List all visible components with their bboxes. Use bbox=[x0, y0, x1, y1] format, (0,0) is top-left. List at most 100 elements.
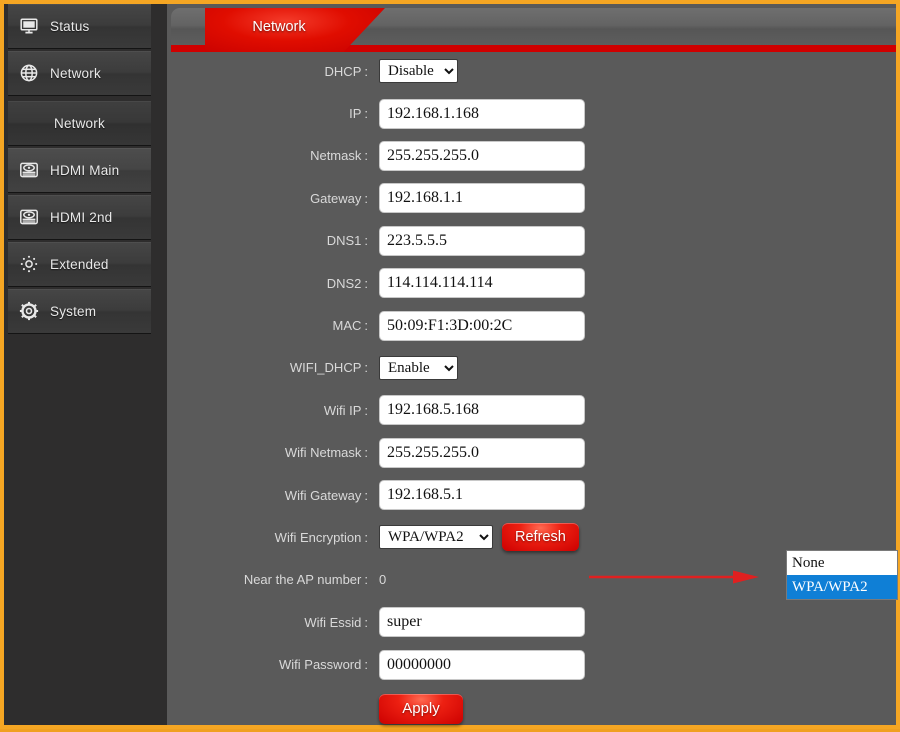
content-area: Network DHCP:EnableDisableIP:Netmask:Gat… bbox=[167, 4, 896, 725]
form-row-wifi-gateway: Wifi Gateway: bbox=[167, 474, 896, 516]
apply-button[interactable]: Apply bbox=[379, 693, 463, 724]
label-text: WIFI_DHCP bbox=[289, 360, 362, 376]
label-colon: : bbox=[364, 445, 368, 461]
globe-icon bbox=[8, 63, 50, 83]
label-text: Wifi Essid bbox=[304, 614, 362, 630]
label-colon: : bbox=[364, 487, 368, 503]
label-colon: : bbox=[364, 614, 368, 630]
ip-input[interactable] bbox=[379, 98, 585, 129]
refresh-button[interactable]: Refresh bbox=[502, 523, 579, 552]
sidebar-item-extended[interactable]: Extended bbox=[8, 242, 151, 286]
label-colon: : bbox=[364, 572, 368, 588]
sidebar-item-label: System bbox=[50, 303, 97, 319]
control-near-the-ap-number: 0 bbox=[379, 572, 386, 587]
network-settings-form: DHCP:EnableDisableIP:Netmask:Gateway:DNS… bbox=[167, 50, 896, 725]
control-ip bbox=[379, 98, 585, 129]
control-dns1 bbox=[379, 225, 585, 256]
form-row-gateway: Gateway: bbox=[167, 177, 896, 219]
control-wifi-essid bbox=[379, 607, 585, 638]
wifi-netmask-input[interactable] bbox=[379, 437, 585, 468]
dhcp-select[interactable]: EnableDisable bbox=[379, 59, 458, 84]
dns2-input[interactable] bbox=[379, 268, 585, 299]
label-text: Gateway bbox=[310, 190, 362, 206]
label-near-the-ap-number: Near the AP number: bbox=[167, 572, 379, 587]
label-colon: : bbox=[364, 106, 368, 122]
label-text: Wifi Encryption bbox=[274, 529, 362, 545]
near-the-ap-number-value: 0 bbox=[379, 572, 387, 588]
label-colon: : bbox=[364, 529, 368, 545]
label-dns2: DNS2: bbox=[167, 276, 379, 291]
device-web-ui-window: Status Network Network HDMI Main HDMI 2nd Ext… bbox=[0, 0, 900, 729]
label-text: DHCP bbox=[324, 63, 362, 79]
form-row-dns2: DNS2: bbox=[167, 262, 896, 304]
netmask-input[interactable] bbox=[379, 140, 585, 171]
label-dns1: DNS1: bbox=[167, 233, 379, 248]
sidebar-item-network[interactable]: Network bbox=[8, 51, 151, 95]
form-row-apply: Apply bbox=[167, 686, 896, 732]
dropdown-option-none[interactable]: None bbox=[787, 551, 897, 575]
control-mac bbox=[379, 310, 585, 341]
control-wifi-gateway bbox=[379, 480, 585, 511]
sidebar-item-label: Extended bbox=[50, 256, 109, 272]
gateway-input[interactable] bbox=[379, 183, 585, 214]
sidebar-item-status[interactable]: Status bbox=[8, 4, 151, 48]
label-gateway: Gateway: bbox=[167, 191, 379, 206]
tab-network[interactable]: Network bbox=[205, 8, 385, 52]
hdmi-icon bbox=[8, 160, 50, 180]
sidebar-item-system[interactable]: System bbox=[8, 289, 151, 333]
sidebar-item-hdmi-2nd[interactable]: HDMI 2nd bbox=[8, 195, 151, 239]
mac-input[interactable] bbox=[379, 310, 585, 341]
sidebar-item-network[interactable]: Network bbox=[8, 101, 151, 145]
sidebar-item-hdmi-main[interactable]: HDMI Main bbox=[8, 148, 151, 192]
form-row-dns1: DNS1: bbox=[167, 220, 896, 262]
wifi-gateway-input[interactable] bbox=[379, 480, 585, 511]
form-row-wifi-essid: Wifi Essid: bbox=[167, 601, 896, 643]
form-row-wifi-password: Wifi Password: bbox=[167, 643, 896, 685]
label-mac: MAC: bbox=[167, 318, 379, 333]
wifi-encryption-dropdown-popup[interactable]: None WPA/WPA2 bbox=[786, 550, 898, 600]
wifi-dhcp-select[interactable]: EnableDisable bbox=[379, 355, 458, 380]
red-pointer-arrow bbox=[589, 570, 759, 584]
label-colon: : bbox=[364, 148, 368, 164]
tab-strip: Network bbox=[171, 8, 896, 52]
label-colon: : bbox=[364, 63, 368, 79]
label-netmask: Netmask: bbox=[167, 148, 379, 163]
control-dns2 bbox=[379, 268, 585, 299]
label-text: DNS1 bbox=[326, 233, 362, 249]
dropdown-option-wpa-wpa2[interactable]: WPA/WPA2 bbox=[787, 575, 897, 599]
label-text: Wifi IP bbox=[323, 402, 362, 418]
label-text: Wifi Gateway bbox=[284, 487, 362, 503]
control-wifi-ip bbox=[379, 395, 585, 426]
label-colon: : bbox=[364, 657, 368, 673]
control-gateway bbox=[379, 183, 585, 214]
label-text: Wifi Password bbox=[279, 657, 362, 673]
wifi-ip-input[interactable] bbox=[379, 395, 585, 426]
label-wifi-ip: Wifi IP: bbox=[167, 403, 379, 418]
label-colon: : bbox=[364, 190, 368, 206]
form-row-dhcp: DHCP: EnableDisable bbox=[167, 50, 896, 92]
dns1-input[interactable] bbox=[379, 225, 585, 256]
sidebar: Status Network Network HDMI Main HDMI 2nd Ext… bbox=[4, 4, 167, 725]
form-row-mac: MAC: bbox=[167, 304, 896, 346]
control-dhcp: EnableDisable bbox=[379, 59, 458, 84]
control-netmask bbox=[379, 140, 585, 171]
wifi-encryption-select[interactable]: NoneWPA/WPA2 bbox=[379, 525, 493, 550]
label-text: DNS2 bbox=[326, 275, 362, 291]
label-wifi-encryption: Wifi Encryption: bbox=[167, 530, 379, 545]
label-text: Near the AP number bbox=[243, 572, 362, 588]
wifi-essid-input[interactable] bbox=[379, 607, 585, 638]
control-wifi-password bbox=[379, 649, 585, 680]
form-row-wifi-ip: Wifi IP: bbox=[167, 389, 896, 431]
tab-network-label: Network bbox=[252, 19, 306, 35]
label-text: MAC bbox=[332, 318, 362, 334]
form-row-wifi-netmask: Wifi Netmask: bbox=[167, 432, 896, 474]
sidebar-item-label: Status bbox=[50, 18, 90, 34]
label-wifi-netmask: Wifi Netmask: bbox=[167, 445, 379, 460]
label-colon: : bbox=[364, 318, 368, 334]
sidebar-item-label: Network bbox=[50, 65, 101, 81]
gear-icon bbox=[8, 301, 50, 321]
wifi-password-input[interactable] bbox=[379, 649, 585, 680]
label-colon: : bbox=[364, 275, 368, 291]
control-wifi-dhcp: EnableDisable bbox=[379, 355, 458, 380]
sidebar-item-label: Network bbox=[54, 115, 105, 131]
